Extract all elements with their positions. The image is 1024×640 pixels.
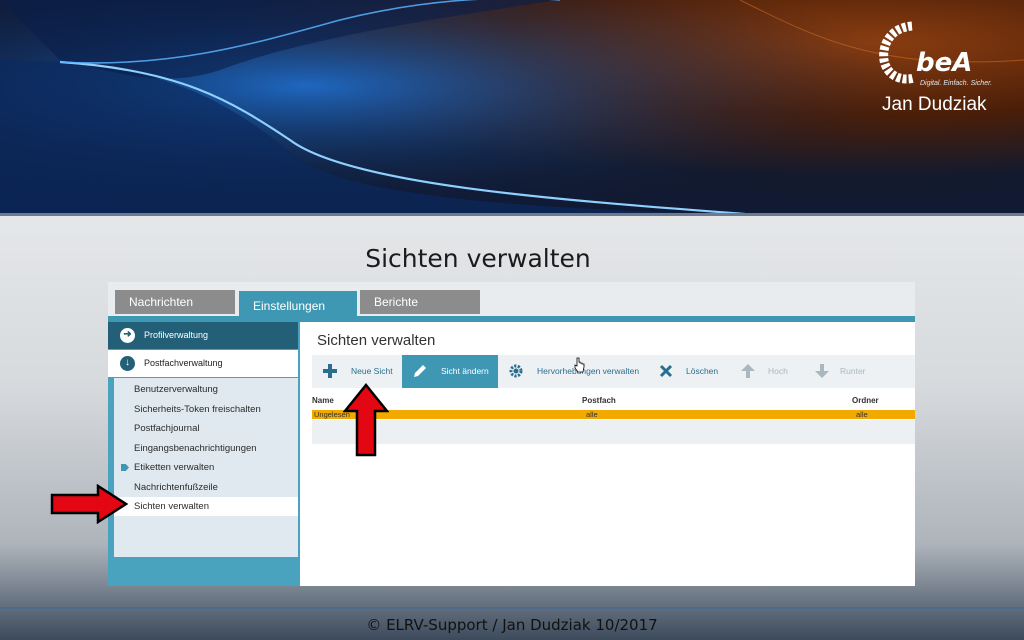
slide-title: Sichten verwalten (365, 244, 591, 273)
tag-icon (121, 464, 129, 471)
plus-icon (323, 364, 337, 378)
tab-nachrichten[interactable]: Nachrichten (115, 290, 235, 314)
column-header-ordner[interactable]: Ordner (852, 396, 879, 405)
toolbar: Neue Sicht Sicht ändern Hervorhebungen v… (312, 355, 915, 388)
header-banner: beA Digital. Einfach. Sicher. Jan Dudzia… (0, 0, 1024, 215)
bea-logo-mark-icon (879, 21, 916, 84)
column-header-name[interactable]: Name (312, 396, 334, 405)
sidebar-item-label: Etiketten verwalten (134, 462, 215, 473)
sidebar-item-sichten-verwalten[interactable]: Sichten verwalten (114, 497, 298, 516)
table-header: Name Postfach Ordner (312, 396, 915, 408)
sidebar-item-eingangsbenachrichtigungen[interactable]: Eingangsbenachrichtigungen (114, 439, 298, 458)
move-down-button[interactable]: Runter (806, 355, 886, 388)
sidebar-item-label: Profilverwaltung (144, 330, 209, 340)
sidebar-item-postfachverwaltung[interactable]: ↓ Postfachverwaltung (108, 350, 298, 377)
sidebar-item-profilverwaltung[interactable]: ➜ Profilverwaltung (108, 322, 298, 349)
annotation-arrow-right-icon (50, 484, 128, 524)
bea-logo: beA Digital. Einfach. Sicher. Jan Dudzia… (878, 18, 998, 118)
sidebar-item-benutzerverwaltung[interactable]: Benutzerverwaltung (114, 380, 298, 399)
footer-copyright: © ELRV-Support / Jan Dudziak 10/2017 (366, 616, 658, 634)
column-header-postfach[interactable]: Postfach (582, 396, 616, 405)
page-title: Sichten verwalten (317, 332, 436, 349)
banner-divider (0, 213, 1024, 216)
sidebar-item-nachrichtenfusszeile[interactable]: Nachrichtenfußzeile (114, 478, 298, 497)
annotation-arrow-up-icon (343, 383, 389, 457)
cell-ordner: alle (856, 410, 868, 419)
pencil-icon (414, 365, 426, 377)
table-row[interactable]: Ungelesen alle alle (312, 410, 915, 419)
bea-tagline: Digital. Einfach. Sicher. (920, 80, 993, 87)
cell-postfach: alle (586, 410, 598, 419)
move-up-button[interactable]: Hoch (730, 355, 806, 388)
sidebar-item-postfachjournal[interactable]: Postfachjournal (114, 419, 298, 438)
main-panel: Sichten verwalten Neue Sicht Sicht änder… (300, 322, 915, 586)
sidebar: ➜ Profilverwaltung ↓ Postfachverwaltung … (108, 322, 300, 586)
tab-berichte[interactable]: Berichte (360, 290, 480, 314)
hand-cursor-icon (574, 357, 585, 373)
bea-wordmark: beA (916, 48, 973, 78)
footer-divider (0, 607, 1024, 609)
x-icon (659, 364, 673, 378)
author-name: Jan Dudziak (882, 94, 987, 115)
gear-icon (509, 364, 523, 378)
sidebar-item-sicherheits-token[interactable]: Sicherheits-Token freischalten (114, 400, 298, 419)
table-empty-area (312, 420, 915, 444)
tab-bar: Nachrichten Einstellungen Berichte (108, 282, 915, 322)
arrow-down-icon (815, 364, 829, 378)
arrow-right-circle-icon: ➜ (120, 328, 135, 343)
arrow-down-circle-icon: ↓ (120, 356, 135, 371)
sidebar-submenu: Benutzerverwaltung Sicherheits-Token fre… (114, 378, 298, 557)
edit-view-button[interactable]: Sicht ändern (402, 355, 498, 388)
app-screenshot: Nachrichten Einstellungen Berichte ➜ Pro… (108, 282, 915, 586)
delete-button[interactable]: Löschen (648, 355, 730, 388)
sidebar-item-label: Postfachverwaltung (144, 358, 223, 368)
arrow-up-icon (741, 364, 755, 378)
sidebar-item-etiketten[interactable]: Etiketten verwalten (114, 458, 298, 477)
banner-swoosh-graphic (0, 0, 1024, 215)
